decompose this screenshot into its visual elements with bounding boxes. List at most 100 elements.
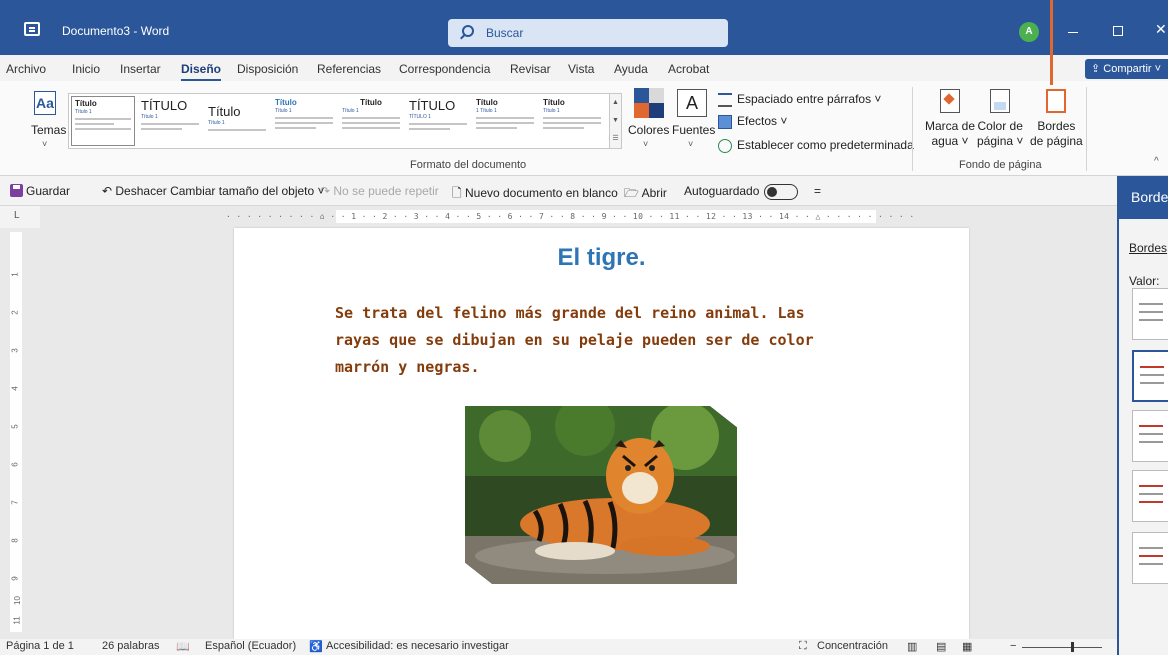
autosave-switch[interactable] (764, 184, 799, 200)
style-set-heading: Título (360, 98, 382, 107)
border-setting-3d[interactable] (1132, 470, 1168, 522)
chevron-down-icon[interactable]: ˅ (42, 139, 47, 149)
tiger-image[interactable] (455, 396, 749, 596)
read-mode-icon[interactable]: ▥ (907, 640, 917, 653)
style-set-subheading: Título 1 (543, 108, 560, 114)
document-page[interactable]: El tigre. Se trata del felino más grande… (234, 228, 969, 639)
share-button[interactable]: ⇪ Compartir ˅ (1085, 59, 1168, 79)
focus-mode-button[interactable]: Concentración (817, 640, 888, 652)
effects-icon (718, 114, 732, 129)
style-set-item[interactable]: Título 1 Título 1 (473, 96, 537, 146)
zoom-out-icon[interactable]: − (1010, 640, 1016, 652)
watermark-button[interactable]: Marca de agua ˅ (925, 89, 975, 149)
close-button[interactable]: ✕ (1155, 21, 1167, 38)
fonts-icon[interactable]: A (677, 89, 707, 117)
style-set-heading: Título (476, 98, 498, 107)
web-layout-icon[interactable]: ▦ (962, 640, 972, 653)
search-box[interactable]: Buscar (448, 19, 728, 47)
gallery-scroll[interactable]: ▲ ▼ ☰ (609, 93, 622, 149)
vertical-ruler[interactable]: 1 2 3 4 5 6 7 8 9 10 11 (10, 232, 28, 632)
page-count[interactable]: Página 1 de 1 (6, 640, 74, 652)
page-borders-label-line1: Bordes (1037, 119, 1076, 133)
redo-icon: ↷ (320, 184, 334, 198)
watermark-icon (940, 89, 961, 113)
themes-button-label[interactable]: Temas (31, 123, 66, 137)
new-document-button[interactable]: 🗋 Nuevo documento en blanco (452, 184, 618, 205)
document-paragraph[interactable]: Se trata del felino más grande del reino… (335, 300, 855, 381)
tab-correspondencia[interactable]: Correspondencia (399, 62, 490, 76)
word-count[interactable]: 26 palabras (102, 640, 160, 652)
zoom-slider-handle[interactable] (1071, 642, 1074, 652)
tab-selector[interactable]: L (0, 206, 40, 228)
border-setting-none[interactable] (1132, 288, 1168, 340)
title-bar: Documento3 - Word Buscar A ✕ (0, 0, 1168, 55)
collapse-ribbon-icon[interactable]: ^ (1154, 156, 1159, 167)
fonts-button-label[interactable]: Fuentes (672, 123, 715, 137)
colors-icon[interactable] (634, 88, 664, 118)
undo-button[interactable]: ↶ Deshacer Cambiar tamaño del objeto ˅ (102, 184, 325, 198)
style-set-item[interactable]: Título Título 1 (339, 96, 403, 146)
horizontal-ruler[interactable]: · · · · · · · · · ⌂ · · 1 · · 2 · · 3 · … (40, 206, 1117, 228)
style-set-item[interactable]: TÍTULO Título 1 (138, 96, 202, 146)
style-set-item[interactable]: Título Título 1 (205, 96, 269, 146)
chevron-up-icon[interactable]: ▲ (610, 94, 621, 112)
minimize-button[interactable] (1068, 32, 1078, 33)
accessibility-status[interactable]: Accesibilidad: es necesario investigar (326, 640, 509, 652)
chevron-down-icon[interactable]: ˅ (688, 139, 693, 149)
ruler-number: 9 (10, 576, 20, 581)
tab-disposicion[interactable]: Disposición (237, 62, 298, 76)
tab-diseno[interactable]: Diseño (181, 62, 222, 81)
print-layout-icon[interactable]: ▤ (936, 640, 946, 653)
set-as-default-button[interactable]: Establecer como predeterminada (718, 138, 914, 153)
tab-archivo[interactable]: Archivo (6, 62, 46, 76)
tab-referencias[interactable]: Referencias (317, 62, 381, 76)
status-bar: Página 1 de 1 26 palabras 📖 Español (Ecu… (0, 639, 1117, 655)
page-borders-icon (1046, 89, 1067, 113)
open-button[interactable]: 🗁 Abrir (624, 184, 667, 205)
accessibility-icon: ♿ (309, 641, 323, 653)
tab-ayuda[interactable]: Ayuda (614, 62, 648, 76)
chevron-down-icon[interactable]: ˅ (643, 139, 648, 149)
watermark-label-line2: agua ˅ (931, 134, 969, 148)
paragraph-spacing-button[interactable]: Espaciado entre párrafos ˅ (718, 92, 881, 107)
style-set-item[interactable]: Título Título 1 (71, 96, 135, 146)
border-setting-shadow[interactable] (1132, 410, 1168, 462)
borders-dialog-title[interactable]: Bordes y sombreado (1119, 176, 1168, 219)
window-title: Documento3 - Word (62, 24, 170, 38)
maximize-button[interactable] (1113, 26, 1123, 36)
page-color-button[interactable]: Color de página ˅ (977, 89, 1023, 149)
style-set-item[interactable]: Título Título 1 (540, 96, 604, 146)
border-setting-custom[interactable] (1132, 532, 1168, 584)
zoom-slider[interactable] (1022, 647, 1102, 648)
color-swatch (634, 103, 649, 118)
save-icon (10, 184, 23, 197)
tab-acrobat[interactable]: Acrobat (668, 62, 709, 76)
customize-toolbar-icon[interactable]: = (814, 184, 821, 198)
folder-icon: 🗁 (624, 186, 642, 200)
themes-icon[interactable]: Aa (34, 91, 56, 115)
style-set-item[interactable]: Título Título 1 (272, 96, 336, 146)
tab-insertar[interactable]: Insertar (120, 62, 161, 76)
tab-vista[interactable]: Vista (568, 62, 594, 76)
language-indicator[interactable]: Español (Ecuador) (205, 640, 296, 652)
colors-button-label[interactable]: Colores (628, 123, 669, 137)
chevron-down-icon[interactable]: ▼ (610, 112, 621, 130)
tab-borders[interactable]: Bordes (1129, 241, 1167, 255)
effects-button[interactable]: Efectos ˅ (718, 114, 787, 129)
document-title[interactable]: El tigre. (234, 244, 969, 272)
style-set-item[interactable]: TÍTULO TÍTULO 1 (406, 96, 470, 146)
tab-inicio[interactable]: Inicio (72, 62, 100, 76)
save-button[interactable]: Guardar (10, 184, 70, 198)
style-set-subheading: Título 1 (342, 108, 359, 114)
user-avatar[interactable]: A (1019, 22, 1039, 42)
tab-revisar[interactable]: Revisar (510, 62, 551, 76)
more-icon[interactable]: ☰ (610, 130, 621, 148)
proofing-icon[interactable]: 📖 (176, 640, 190, 653)
watermark-label-line1: Marca de (925, 119, 976, 133)
setting-label: Valor: (1129, 274, 1160, 288)
color-swatch (649, 88, 664, 103)
style-set-heading: TÍTULO (141, 98, 188, 113)
border-setting-box[interactable] (1132, 350, 1168, 402)
autosave-toggle[interactable]: Autoguardado (684, 184, 799, 200)
page-borders-button[interactable]: Bordes de página (1030, 89, 1083, 149)
